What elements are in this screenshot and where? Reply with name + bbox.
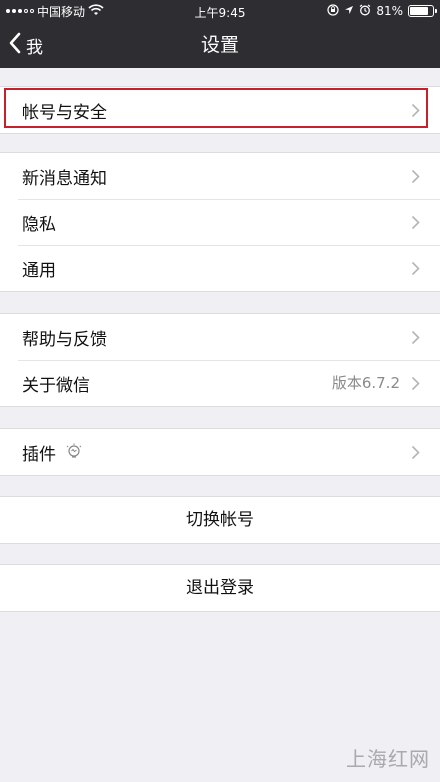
- general-label: 通用: [22, 260, 56, 281]
- chevron-right-icon: [411, 360, 420, 406]
- chevron-right-icon: [411, 245, 420, 291]
- account-security-label: 帐号与安全: [22, 102, 107, 123]
- switch-account-button[interactable]: 切换帐号: [0, 497, 440, 543]
- nav-bar: 我 设置: [0, 22, 440, 68]
- help-feedback-item[interactable]: 帮助与反馈: [0, 314, 440, 360]
- privacy-item[interactable]: 隐私: [0, 199, 440, 245]
- chevron-right-icon: [411, 314, 420, 360]
- plugins-item[interactable]: 插件: [0, 429, 440, 475]
- account-group: 帐号与安全: [0, 86, 440, 134]
- account-security-item[interactable]: 帐号与安全: [0, 87, 440, 133]
- plugins-label: 插件: [22, 444, 56, 465]
- logout-button[interactable]: 退出登录: [0, 565, 440, 611]
- plugins-group: 插件: [0, 428, 440, 476]
- general-item[interactable]: 通用: [0, 245, 440, 291]
- about-wechat-item[interactable]: 关于微信 版本6.7.2: [0, 360, 440, 406]
- logout-group: 退出登录: [0, 564, 440, 612]
- general-group: 新消息通知 隐私 通用: [0, 152, 440, 292]
- lightbulb-icon: [66, 443, 82, 461]
- watermark: 上海红网: [346, 747, 430, 771]
- battery-percent: 81%: [376, 4, 403, 18]
- version-value: 版本6.7.2: [331, 374, 400, 392]
- alarm-icon: [359, 4, 371, 19]
- location-icon: [344, 4, 354, 18]
- new-message-notification-item[interactable]: 新消息通知: [0, 153, 440, 199]
- help-feedback-label: 帮助与反馈: [22, 329, 107, 350]
- switch-account-group: 切换帐号: [0, 496, 440, 544]
- new-message-notification-label: 新消息通知: [22, 168, 107, 189]
- rotation-lock-icon: [327, 3, 339, 19]
- privacy-label: 隐私: [22, 214, 56, 235]
- about-group: 帮助与反馈 关于微信 版本6.7.2: [0, 313, 440, 407]
- about-wechat-label: 关于微信: [22, 375, 90, 396]
- chevron-right-icon: [411, 429, 420, 475]
- chevron-right-icon: [411, 199, 420, 245]
- battery-icon: [408, 5, 437, 17]
- status-bar: 中国移动 上午9:45 81%: [0, 0, 440, 22]
- chevron-right-icon: [411, 87, 420, 133]
- page-title: 设置: [200, 34, 239, 56]
- chevron-right-icon: [411, 153, 420, 199]
